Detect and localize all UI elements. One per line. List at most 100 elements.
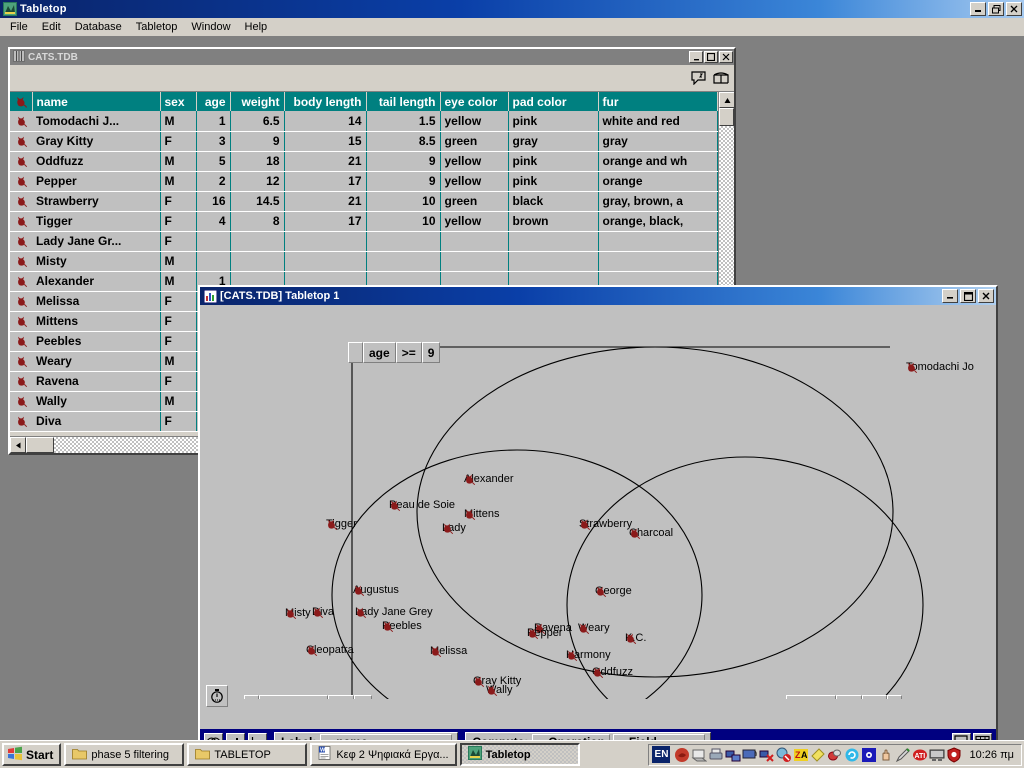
refresh-icon[interactable] xyxy=(844,747,860,763)
cell-age[interactable] xyxy=(196,251,231,272)
cell-fur[interactable]: white and red xyxy=(598,111,718,132)
horizontal-scroll-thumb[interactable] xyxy=(26,437,54,453)
cell-eye-color[interactable]: yellow xyxy=(440,111,509,132)
cell-name[interactable]: Pepper xyxy=(32,171,161,192)
condition-weight[interactable]: weight >= 12 xyxy=(786,695,903,699)
cell-body-length[interactable]: 15 xyxy=(284,131,367,152)
speech-bubble-icon[interactable] xyxy=(952,732,971,740)
header-age[interactable]: age xyxy=(196,92,231,111)
table-view-icon[interactable] xyxy=(973,732,992,740)
condition-tail-length[interactable]: tail length >= 8 xyxy=(244,695,373,699)
cell-pad-color[interactable]: pink xyxy=(508,171,599,192)
cell-pad-color[interactable]: brown xyxy=(508,211,599,232)
dragon-icon[interactable] xyxy=(674,747,690,763)
sort-az-icon[interactable]: ZA xyxy=(793,747,809,763)
venn-point[interactable]: Wally xyxy=(485,684,512,697)
cell-body-length[interactable]: 14 xyxy=(284,111,367,132)
cell-name[interactable]: Lady Jane Gr... xyxy=(32,231,161,252)
hand-icon[interactable] xyxy=(878,747,894,763)
table-row[interactable]: Misty M xyxy=(10,251,718,272)
condition-age-operator[interactable]: >= xyxy=(395,342,422,363)
tabletop-maximize-button[interactable] xyxy=(960,289,976,303)
cats-close-button[interactable] xyxy=(719,51,733,63)
taskbar-item-tabletop-folder[interactable]: TABLETOP xyxy=(187,743,308,766)
start-button[interactable]: Start xyxy=(2,743,62,766)
scatter-plot-icon[interactable] xyxy=(248,732,267,740)
header-eye-color[interactable]: eye color xyxy=(440,92,509,111)
cell-fur[interactable] xyxy=(598,251,718,272)
vertical-scroll-thumb[interactable] xyxy=(719,108,734,126)
cell-eye-color[interactable]: yellow xyxy=(440,211,509,232)
cell-fur[interactable]: orange and wh xyxy=(598,151,718,172)
cell-age[interactable]: 4 xyxy=(196,211,231,232)
cell-name[interactable]: Gray Kitty xyxy=(32,131,161,152)
cell-age[interactable]: 1 xyxy=(196,111,231,132)
menu-item-edit[interactable]: Edit xyxy=(35,19,68,35)
venn-point[interactable]: Peau de Soie xyxy=(388,499,455,512)
cell-sex[interactable]: M xyxy=(160,351,197,372)
network-disconnected-icon[interactable] xyxy=(759,747,775,763)
cell-name[interactable]: Diva xyxy=(32,411,161,432)
cell-sex[interactable]: M xyxy=(160,251,197,272)
condition-age-field[interactable]: age xyxy=(363,342,396,363)
cell-name[interactable]: Ravena xyxy=(32,371,161,392)
cell-age[interactable]: 16 xyxy=(196,191,231,212)
cell-eye-color[interactable]: yellow xyxy=(440,171,509,192)
sound-icon[interactable] xyxy=(861,747,877,763)
cell-eye-color[interactable]: green xyxy=(440,131,509,152)
network-drive-icon[interactable] xyxy=(691,747,708,763)
stopwatch-icon[interactable] xyxy=(206,685,228,707)
cell-age[interactable] xyxy=(196,231,231,252)
cell-age[interactable]: 3 xyxy=(196,131,231,152)
venn-point[interactable]: Melissa xyxy=(429,645,467,658)
cell-name[interactable]: Alexander xyxy=(32,271,161,292)
condition-age[interactable]: age >= 9 xyxy=(348,342,441,363)
cell-weight[interactable]: 6.5 xyxy=(230,111,285,132)
cell-body-length[interactable]: 17 xyxy=(284,211,367,232)
condition-age-handle[interactable] xyxy=(348,342,363,363)
scroll-up-button[interactable] xyxy=(719,92,734,108)
venn-view-icon[interactable] xyxy=(204,732,223,740)
table-row[interactable]: Tigger F 4 8 17 10 yellow brown orange, black, xyxy=(10,211,718,232)
condition-tail-length-field[interactable]: tail length xyxy=(259,695,328,699)
venn-point[interactable]: Augustus xyxy=(352,584,399,597)
cell-eye-color[interactable]: green xyxy=(440,191,509,212)
venn-point[interactable]: Alexander xyxy=(463,473,514,486)
taskbar-clock[interactable]: 10:26 πμ xyxy=(963,749,1018,761)
yellow-diamond-icon[interactable] xyxy=(810,747,826,763)
condition-weight-field[interactable]: weight xyxy=(786,695,836,699)
header-tail-length[interactable]: tail length xyxy=(366,92,441,111)
cell-name[interactable]: Melissa xyxy=(32,291,161,312)
cell-body-length[interactable] xyxy=(284,231,367,252)
venn-point[interactable]: Cleopatra xyxy=(305,644,354,657)
cell-pad-color[interactable]: black xyxy=(508,191,599,212)
tabletop-close-button[interactable] xyxy=(978,289,994,303)
cell-eye-color[interactable] xyxy=(440,231,509,252)
table-row[interactable]: Lady Jane Gr... F xyxy=(10,231,718,252)
cell-pad-color[interactable]: gray xyxy=(508,131,599,152)
cell-sex[interactable]: M xyxy=(160,171,197,192)
cell-sex[interactable]: F xyxy=(160,331,197,352)
cell-tail-length[interactable] xyxy=(366,251,441,272)
cell-name[interactable]: Tomodachi J... xyxy=(32,111,161,132)
display-icon[interactable] xyxy=(742,747,758,763)
restore-button[interactable] xyxy=(988,2,1004,16)
cell-sex[interactable]: M xyxy=(160,151,197,172)
venn-point[interactable]: Weary xyxy=(577,622,610,635)
cell-sex[interactable]: F xyxy=(160,211,197,232)
cell-pad-color[interactable]: pink xyxy=(508,151,599,172)
cell-tail-length[interactable]: 10 xyxy=(366,211,441,232)
cell-sex[interactable]: F xyxy=(160,291,197,312)
cell-name[interactable]: Oddfuzz xyxy=(32,151,161,172)
pill-icon[interactable] xyxy=(827,747,843,763)
venn-point[interactable]: Strawberry xyxy=(578,518,632,531)
table-row[interactable]: Tomodachi J... M 1 6.5 14 1.5 yellow pink white … xyxy=(10,111,718,132)
cell-tail-length[interactable]: 1.5 xyxy=(366,111,441,132)
cell-tail-length[interactable]: 9 xyxy=(366,151,441,172)
cell-sex[interactable]: F xyxy=(160,231,197,252)
cell-weight[interactable]: 14.5 xyxy=(230,191,285,212)
cell-tail-length[interactable]: 9 xyxy=(366,171,441,192)
cell-fur[interactable]: orange xyxy=(598,171,718,192)
header-body-length[interactable]: body length xyxy=(284,92,367,111)
table-view-icon[interactable] xyxy=(711,69,730,87)
